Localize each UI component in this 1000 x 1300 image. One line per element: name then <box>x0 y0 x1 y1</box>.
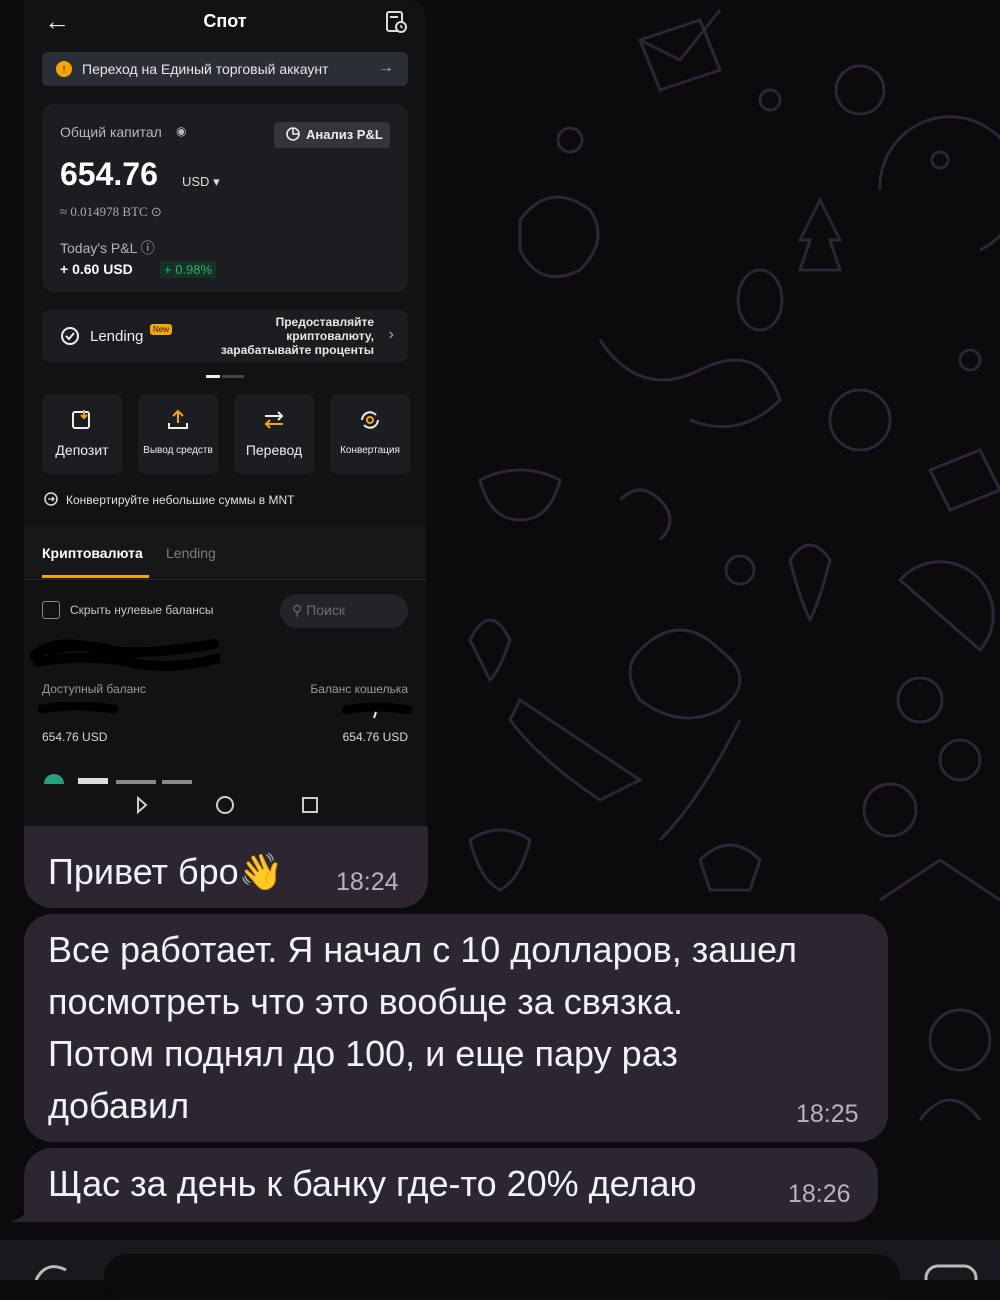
hide-zero-checkbox <box>42 601 60 619</box>
tab-lending: Lending <box>166 545 216 561</box>
pnl-analysis-button: Анализ P&L <box>274 122 390 148</box>
nav-recent-icon <box>302 797 318 813</box>
message-time-1: 18:24 <box>336 868 399 896</box>
withdraw-label: Вывод средств <box>143 445 213 456</box>
message-composer <box>0 1240 1000 1300</box>
lending-name: Lending <box>90 328 144 345</box>
search-field: ⚲ Поиск <box>280 594 408 628</box>
hide-zero-label: Скрыть нулевые балансы <box>70 603 214 617</box>
convert-icon <box>361 411 379 429</box>
transfer-icon <box>264 411 284 429</box>
message-input[interactable] <box>104 1254 900 1300</box>
lending-description: Предоставляйте криптовалюту, зарабатывай… <box>221 315 374 357</box>
attach-icon <box>34 1265 67 1281</box>
bubble-tail <box>10 1204 40 1222</box>
message-time-2: 18:25 <box>796 1100 859 1128</box>
btc-value: ≈ 0.014978 BTC <box>60 204 148 219</box>
pnl-button-label: Анализ P&L <box>306 127 383 142</box>
transfer-action: Перевод <box>234 394 314 474</box>
message-line-2-1: Все работает. Я начал с 10 долларов, заш… <box>48 929 797 970</box>
tab-crypto: Криптовалюта <box>42 545 143 561</box>
search-placeholder: ⚲ Поиск <box>292 602 345 619</box>
lending-desc-line1: Предоставляйте <box>275 315 374 329</box>
redaction-scribble <box>30 639 220 671</box>
upgrade-icon: ↑ <box>56 61 72 77</box>
new-badge: New <box>150 324 173 335</box>
message-bubble-3[interactable]: Щас за день к банку где-то 20% делаю 18:… <box>24 1148 878 1222</box>
currency-label: USD <box>182 174 210 189</box>
capital-label: Общий капитал <box>60 124 162 140</box>
convert-small-icon <box>44 492 58 506</box>
withdraw-icon <box>168 409 188 429</box>
attached-screenshot[interactable]: ← Спот ↑ Переход на Единый торговый акка… <box>24 0 426 828</box>
search-icon: ⚲ <box>292 602 303 618</box>
withdraw-action: Вывод средств <box>138 394 218 474</box>
arrow-right-icon: → <box>378 59 394 76</box>
btc-equivalent: ≈ 0.014978 BTC ⊙ <box>60 204 162 219</box>
total-amount: 654.76 <box>60 156 158 192</box>
eye-icon: ◉ <box>176 124 187 138</box>
chevron-right-icon: › <box>388 326 394 343</box>
asset-tabs: Криптовалюта Lending <box>24 527 426 580</box>
lending-desc-line3: зарабатывайте проценты <box>220 343 374 357</box>
message-text-3: Щас за день к банку где-то 20% делаю <box>48 1163 697 1204</box>
message-bubble-1[interactable]: Привет бро👋 18:24 <box>24 826 428 908</box>
unified-account-banner: ↑ Переход на Единый торговый аккаунт → <box>42 52 408 86</box>
convert-action: Конвертация <box>330 394 410 474</box>
today-pnl-value: + 0.60 USD <box>60 261 133 277</box>
currency-select: USD ▾ <box>182 174 220 189</box>
nav-back-icon <box>137 795 148 815</box>
android-nav-bar <box>24 784 426 828</box>
today-pnl-label: Today's P&L ⓘ <box>60 240 155 256</box>
wallet-balance-value: 654.76 USD <box>342 730 408 744</box>
camera-icon <box>924 1264 978 1298</box>
banner-text: Переход на Единый торговый аккаунт <box>82 61 329 77</box>
message-text-1: Привет бро👋 <box>48 851 284 892</box>
active-tab-underline <box>42 575 149 578</box>
next-asset-row-partial <box>44 774 192 784</box>
pie-chart-icon <box>286 127 300 141</box>
nav-buttons <box>137 795 318 815</box>
message-bubble-2[interactable]: Все работает. Я начал с 10 долларов, заш… <box>24 914 888 1142</box>
transfer-label: Перевод <box>245 442 303 458</box>
deposit-icon <box>72 410 90 429</box>
convert-label: Конвертация <box>340 445 400 456</box>
redaction-scribble-left <box>38 702 118 714</box>
today-pnl-percent: + 0.98% <box>160 261 217 278</box>
screenshot-header: ← Спот <box>24 0 426 44</box>
carousel-indicator <box>206 375 244 378</box>
message-line-2-3: Потом поднял до 100, и еще пару раз <box>48 1033 678 1074</box>
search-placeholder-text: Поиск <box>306 602 345 618</box>
convert-small-note: Конвертируйте небольшие суммы в MNT <box>44 492 295 509</box>
convert-note-text: Конвертируйте небольшие суммы в MNT <box>66 493 295 507</box>
available-balance-value: 654.76 USD <box>42 730 108 744</box>
deposit-label: Депозит <box>55 442 109 458</box>
lending-desc-line2: криптовалюту, <box>286 329 374 343</box>
today-pnl-text: Today's P&L <box>60 240 137 256</box>
available-balance-label: Доступный баланс <box>42 682 146 696</box>
screenshot-title: Спот <box>203 11 247 31</box>
redaction-scribble-right <box>342 702 412 719</box>
lending-banner: Lending New Предоставляйте криптовалюту,… <box>42 310 408 362</box>
capital-card: Общий капитал ◉ Анализ P&L 654.76 USD ▾ … <box>42 104 408 292</box>
message-line-2-2: посмотреть что это вообще за связка. <box>48 981 684 1022</box>
message-line-2-4: добавил <box>48 1085 190 1126</box>
lending-icon <box>61 327 79 345</box>
message-time-3: 18:26 <box>788 1180 851 1208</box>
nav-home-icon <box>216 796 234 814</box>
chat-area: ← Спот ↑ Переход на Единый торговый акка… <box>0 0 1000 1300</box>
wallet-balance-label: Баланс кошелька <box>310 682 408 696</box>
deposit-action: Депозит <box>42 394 122 474</box>
history-icon <box>386 11 407 33</box>
